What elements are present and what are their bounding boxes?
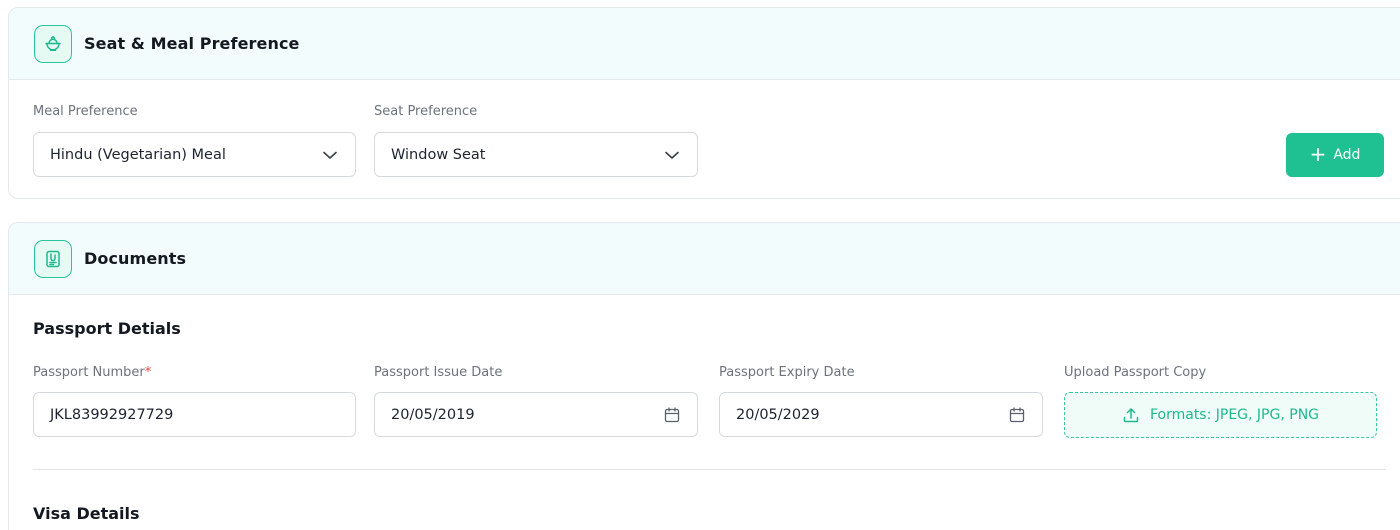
- seat-preference-label: Seat Preference: [374, 104, 478, 119]
- passport-issue-date-input[interactable]: 20/05/2019: [374, 392, 698, 437]
- required-mark: *: [144, 365, 152, 380]
- passport-issue-date-value: 20/05/2019: [391, 406, 475, 423]
- plus-icon: +: [1309, 142, 1327, 166]
- passport-details-heading: Passport Detials: [33, 319, 181, 338]
- document-clip-icon: [34, 239, 72, 278]
- chevron-down-icon: [321, 146, 339, 164]
- meal-bowl-icon: [34, 24, 72, 63]
- meal-preference-label: Meal Preference: [33, 104, 138, 119]
- upload-passport-label: Upload Passport Copy: [1064, 365, 1207, 380]
- passport-number-value: JKL83992927729: [50, 406, 174, 423]
- upload-icon: [1122, 406, 1140, 424]
- passport-expiry-date-value: 20/05/2029: [736, 406, 820, 423]
- section-divider: [33, 469, 1386, 470]
- passport-number-label-text: Passport Number: [33, 365, 145, 380]
- passport-expiry-date-input[interactable]: 20/05/2029: [719, 392, 1043, 437]
- add-button[interactable]: + Add: [1286, 133, 1384, 177]
- meal-preference-value: Hindu (Vegetarian) Meal: [50, 146, 226, 163]
- passport-expiry-date-label: Passport Expiry Date: [719, 365, 855, 380]
- calendar-icon[interactable]: [663, 406, 681, 424]
- chevron-down-icon: [663, 146, 681, 164]
- visa-details-heading: Visa Details: [33, 504, 140, 523]
- passport-issue-date-label: Passport Issue Date: [374, 365, 503, 380]
- passport-number-label: Passport Number*: [33, 365, 151, 380]
- documents-title: Documents: [84, 249, 187, 268]
- passport-number-input[interactable]: JKL83992927729: [33, 392, 356, 437]
- calendar-icon[interactable]: [1008, 406, 1026, 424]
- upload-passport-dropzone[interactable]: Formats: JPEG, JPG, PNG: [1064, 392, 1377, 438]
- upload-formats-text: Formats: JPEG, JPG, PNG: [1149, 407, 1320, 423]
- seat-meal-header: Seat & Meal Preference: [9, 8, 1400, 80]
- seat-meal-title: Seat & Meal Preference: [84, 34, 300, 53]
- seat-preference-select[interactable]: Window Seat: [374, 132, 698, 177]
- documents-header: Documents: [9, 223, 1400, 295]
- meal-preference-select[interactable]: Hindu (Vegetarian) Meal: [33, 132, 356, 177]
- seat-preference-value: Window Seat: [391, 146, 486, 163]
- add-button-label: Add: [1333, 147, 1361, 163]
